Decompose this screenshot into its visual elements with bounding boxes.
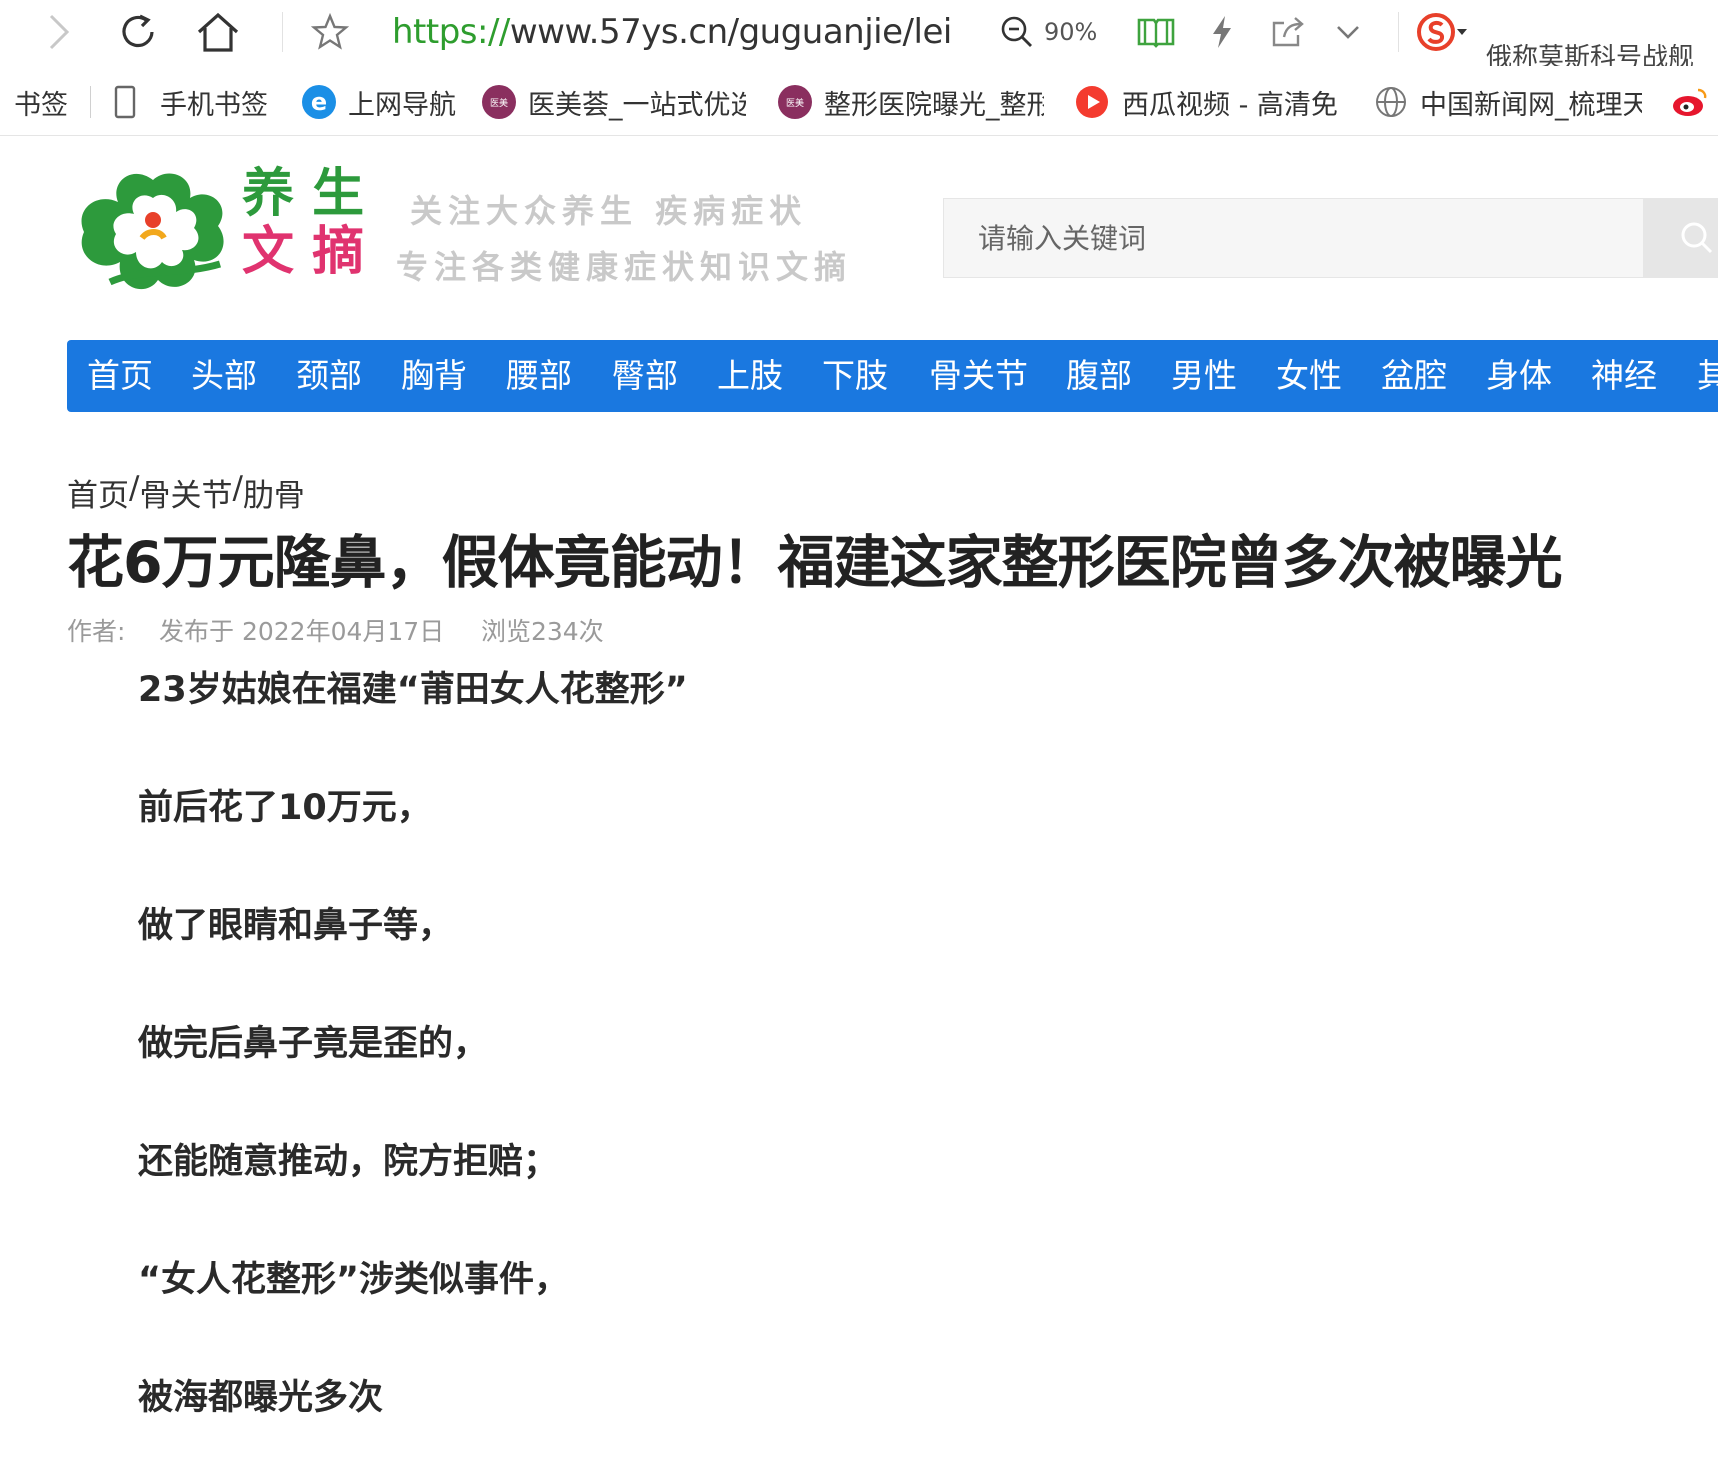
article-paragraph: 做完后鼻子竟是歪的，	[138, 1024, 489, 1064]
breadcrumb-separator: /	[232, 470, 243, 506]
article-paragraph: 23岁姑娘在福建“莆田女人花整形”	[138, 670, 688, 710]
bookmark-plastic[interactable]: 医美 整形医院曝光_整形	[778, 68, 1044, 135]
phone-icon	[114, 85, 136, 119]
article-paragraph: 做了眼睛和鼻子等，	[138, 906, 454, 946]
article-paragraph: “女人花整形”涉类似事件，	[138, 1260, 570, 1300]
nav-item-joints[interactable]: 骨关节	[929, 340, 1028, 412]
browser-toolbar: https://www.57ys.cn/guguanjie/leigu 90% …	[0, 0, 1718, 66]
bookmark-label: 整形医院曝光_整形	[824, 89, 1044, 121]
yimeihui-icon: 医美	[778, 85, 812, 119]
bookmark-star-button[interactable]	[304, 6, 356, 58]
more-dropdown-button[interactable]	[1322, 6, 1374, 58]
book-icon	[1137, 18, 1175, 48]
bookmark-nav[interactable]: e 上网导航	[302, 68, 456, 135]
article-views: 浏览234次	[481, 617, 604, 646]
clover-logo-icon	[81, 173, 224, 290]
nav-item-neck[interactable]: 颈部	[296, 340, 362, 412]
reload-button[interactable]	[112, 6, 164, 58]
bookmark-chinanews[interactable]: 中国新闻网_梳理天	[1374, 68, 1642, 135]
bookmark-label: 上网导航	[348, 89, 456, 121]
home-button[interactable]	[192, 6, 244, 58]
overflow-tab-title[interactable]: 俄称莫斯科号战舰	[1486, 44, 1694, 66]
nav-item-pelvis[interactable]: 盆腔	[1381, 340, 1447, 412]
breadcrumb: 首页 / 骨关节 / 肋骨	[67, 470, 305, 515]
breadcrumb-separator: /	[129, 470, 140, 506]
nav-item-male[interactable]: 男性	[1171, 340, 1237, 412]
nav-item-chest-back[interactable]: 胸背	[401, 340, 467, 412]
home-icon	[197, 12, 239, 52]
search-input[interactable]	[944, 199, 1644, 277]
bookmark-weibo[interactable]	[1670, 68, 1710, 135]
nav-item-upper-limb[interactable]: 上肢	[717, 340, 783, 412]
url-protocol: https://	[392, 12, 510, 52]
zoom-level: 90%	[1044, 18, 1098, 46]
nav-item-body[interactable]: 身体	[1486, 340, 1552, 412]
article-author: 作者:	[67, 617, 126, 646]
bookmark-mobile[interactable]: 手机书签	[114, 68, 268, 135]
share-icon	[1272, 17, 1304, 47]
url-text: www.57ys.cn/guguanjie/leigu	[509, 12, 952, 52]
article-paragraph: 被海都曝光多次	[138, 1378, 384, 1418]
nav-item-hip[interactable]: 臀部	[612, 340, 678, 412]
forward-button[interactable]	[32, 6, 84, 58]
nav-item-home[interactable]: 首页	[87, 340, 153, 412]
toolbar-divider	[1398, 12, 1399, 52]
search-icon	[1681, 222, 1713, 254]
breadcrumb-home[interactable]: 首页	[67, 470, 129, 515]
breadcrumb-rib[interactable]: 肋骨	[243, 470, 305, 515]
bookmark-yimeihui[interactable]: 医美 医美荟_一站式优选	[482, 68, 746, 135]
bookmarks-bar: 书签 手机书签 e 上网导航 医美 医美荟_一站式优选 医美 整形医院曝光_整形…	[0, 68, 1718, 136]
search-button[interactable]	[1643, 198, 1718, 278]
sogou-menu-button[interactable]	[1412, 6, 1472, 58]
site-logo[interactable]: 养 生 文 摘 关注大众养生 疾病症状 专注各类健康症状知识文摘	[70, 158, 846, 308]
bookmark-label: 中国新闻网_梳理天	[1420, 89, 1642, 121]
zoom-control[interactable]: 90%	[1000, 8, 1097, 56]
nav-item-abdomen[interactable]: 腹部	[1066, 340, 1132, 412]
article-date: 发布于 2022年04月17日	[159, 617, 445, 646]
logo-slogan-2: 专注各类健康症状知识文摘	[396, 248, 853, 286]
logo-title-1: 养 生	[242, 163, 365, 224]
yimeihui-icon: 医美	[482, 85, 516, 119]
nav-item-lower-limb[interactable]: 下肢	[822, 340, 888, 412]
bookmark-label: 手机书签	[160, 89, 268, 121]
bookmark-xigua[interactable]: 西瓜视频 - 高清免	[1074, 68, 1344, 135]
bookmark-label: 书签	[14, 89, 68, 121]
sogou-logo-icon	[1417, 13, 1455, 51]
reader-button[interactable]	[1130, 6, 1182, 58]
article-paragraph: 前后花了10万元，	[138, 788, 432, 828]
nav-item-nerve[interactable]: 神经	[1591, 340, 1657, 412]
weibo-icon	[1673, 88, 1707, 116]
caret-down-icon	[1457, 29, 1467, 35]
nav-item-head[interactable]: 头部	[191, 340, 257, 412]
logo-slogan-1: 关注大众养生 疾病症状	[410, 192, 808, 230]
xigua-video-icon	[1076, 86, 1108, 118]
chevron-right-icon	[49, 14, 70, 50]
toolbar-divider	[282, 12, 283, 52]
nav-item-waist[interactable]: 腰部	[506, 340, 572, 412]
zoom-out-icon	[1001, 16, 1032, 47]
article-title: 花6万元隆鼻，假体竟能动！福建这家整形医院曾多次被曝光	[67, 530, 1563, 596]
lightning-icon	[1213, 16, 1231, 48]
globe-icon	[1376, 87, 1406, 117]
bookmarks-divider	[90, 86, 91, 118]
speed-mode-button[interactable]	[1196, 6, 1248, 58]
bookmark-bookmarks[interactable]: 书签	[14, 68, 68, 135]
bookmark-label: 医美荟_一站式优选	[528, 89, 746, 121]
bookmark-label: 西瓜视频 - 高清免	[1122, 89, 1338, 121]
main-nav: 首页 头部 颈部 胸背 腰部 臀部 上肢 下肢 骨关节 腹部 男性 女性 盆腔 …	[67, 340, 1718, 412]
logo-title-2: 文 摘	[242, 221, 365, 282]
nav-item-female[interactable]: 女性	[1276, 340, 1342, 412]
reload-icon	[122, 14, 154, 48]
chevron-down-icon	[1337, 26, 1359, 39]
site-search	[943, 198, 1644, 278]
nav-item-other[interactable]: 其	[1697, 340, 1718, 412]
breadcrumb-joints[interactable]: 骨关节	[139, 470, 232, 515]
address-bar[interactable]: https://www.57ys.cn/guguanjie/leigu	[392, 8, 952, 56]
star-icon	[310, 12, 350, 50]
article-paragraph: 还能随意推动，院方拒赔；	[138, 1142, 559, 1182]
ie-icon: e	[302, 85, 336, 119]
share-button[interactable]	[1262, 6, 1314, 58]
